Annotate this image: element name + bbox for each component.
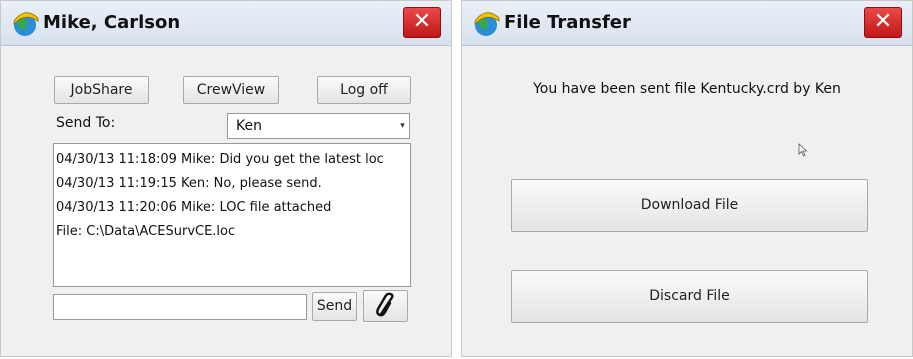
discard-file-button[interactable]: Discard File bbox=[511, 270, 868, 323]
attach-button[interactable] bbox=[363, 290, 408, 322]
crewview-button[interactable]: CrewView bbox=[183, 76, 279, 104]
transfer-message: You have been sent file Kentucky.crd by … bbox=[533, 81, 841, 97]
paperclip-icon bbox=[375, 292, 394, 317]
message-line: File: C:\Data\ACESurvCE.loc bbox=[56, 224, 236, 239]
message-line: 04/30/13 11:20:06 Mike: LOC file attache… bbox=[56, 200, 332, 215]
message-line: 04/30/13 11:19:15 Ken: No, please send. bbox=[56, 176, 322, 191]
chevron-down-icon[interactable]: ▾ bbox=[397, 115, 408, 137]
transfer-titlebar: File Transfer ✕ bbox=[462, 1, 912, 46]
close-button[interactable]: ✕ bbox=[864, 7, 902, 38]
download-file-button[interactable]: Download File bbox=[511, 179, 868, 232]
jobshare-button[interactable]: JobShare bbox=[54, 76, 149, 104]
send-to-dropdown[interactable]: Ken ▾ bbox=[227, 113, 410, 139]
send-to-label: Send To: bbox=[56, 115, 116, 131]
logoff-button[interactable]: Log off bbox=[317, 76, 411, 104]
send-button[interactable]: Send bbox=[312, 292, 357, 321]
globe-helmet-icon bbox=[474, 12, 500, 36]
message-line: 04/30/13 11:18:09 Mike: Did you get the … bbox=[56, 152, 384, 167]
globe-helmet-icon bbox=[13, 12, 39, 36]
close-button[interactable]: ✕ bbox=[403, 7, 441, 38]
window-title: File Transfer bbox=[504, 12, 631, 33]
mouse-cursor-icon bbox=[798, 143, 808, 157]
chat-window: Mike, Carlson ✕ JobShare CrewView Log of… bbox=[0, 0, 452, 357]
send-to-value: Ken bbox=[236, 118, 262, 134]
window-title: Mike, Carlson bbox=[43, 12, 181, 33]
message-input[interactable] bbox=[53, 294, 307, 320]
chat-titlebar: Mike, Carlson ✕ bbox=[1, 1, 451, 46]
file-transfer-window: File Transfer ✕ You have been sent file … bbox=[461, 0, 913, 357]
message-log[interactable]: 04/30/13 11:18:09 Mike: Did you get the … bbox=[53, 143, 411, 287]
